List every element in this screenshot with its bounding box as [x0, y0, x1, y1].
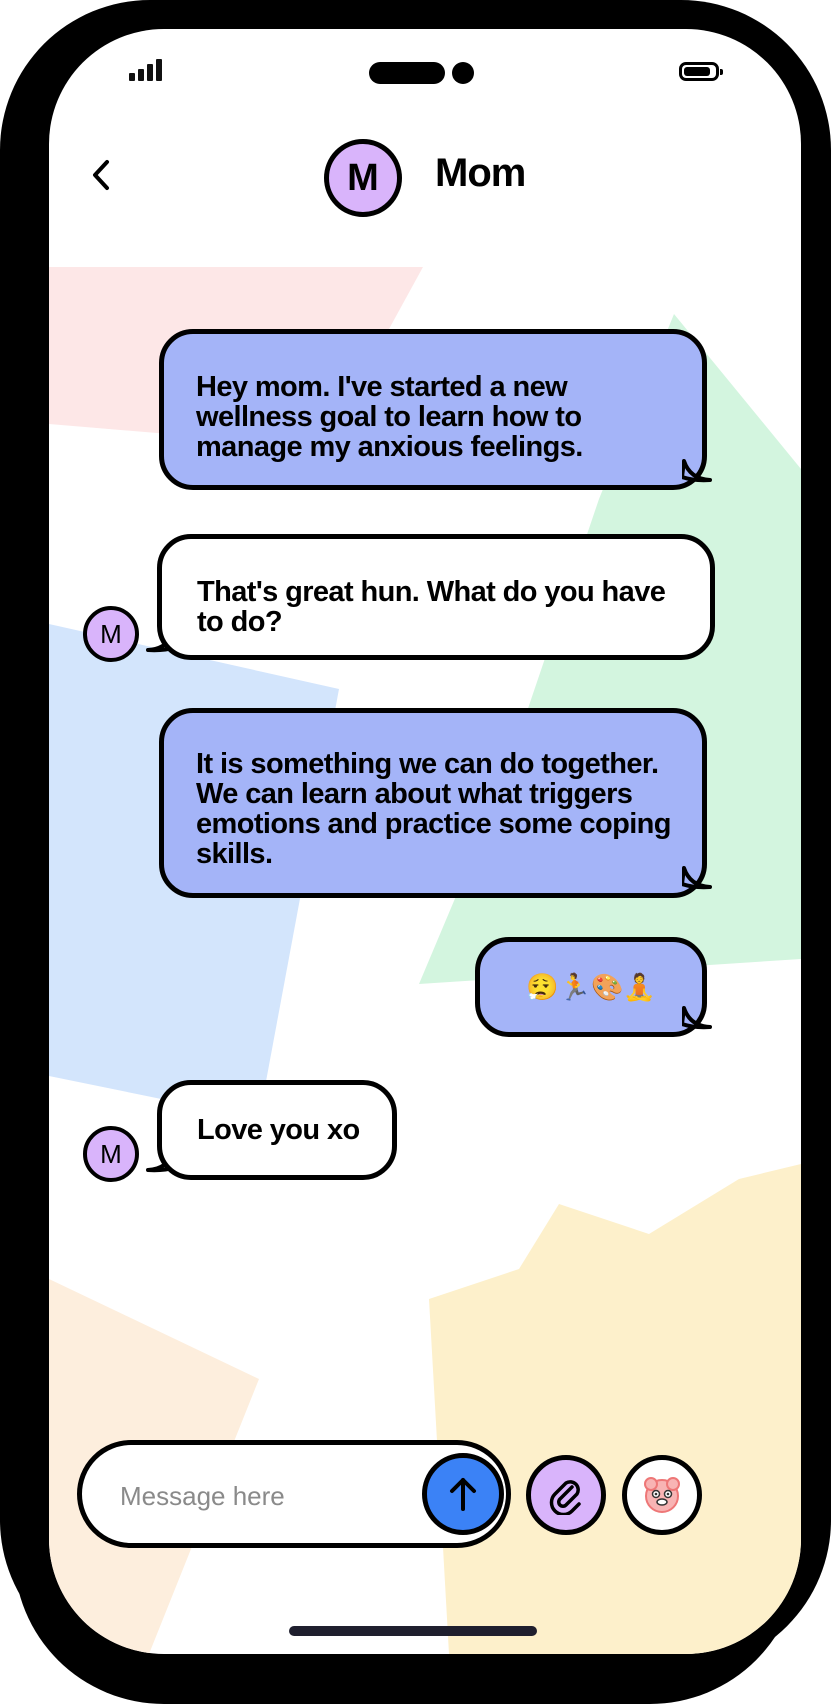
- message-input[interactable]: [118, 1473, 382, 1519]
- bubble-tail: [682, 1006, 712, 1030]
- bubble-tail: [682, 459, 712, 483]
- home-indicator[interactable]: [289, 1626, 537, 1636]
- message-text: It is something we can do together. We c…: [196, 748, 672, 870]
- message-text: That's great hun. What do you have to do…: [197, 576, 666, 638]
- chevron-left-icon: [93, 160, 109, 190]
- phone-device: M Mom Hey mom. I've started a new wellne…: [0, 0, 831, 1704]
- sender-avatar[interactable]: M: [83, 1126, 139, 1182]
- emoji-message-text: 😮‍💨🏃🎨🧘: [526, 972, 656, 1002]
- camera-dot: [452, 62, 474, 84]
- paperclip-icon: [549, 1480, 581, 1515]
- message-bubble-incoming[interactable]: Love you xo: [157, 1080, 397, 1180]
- message-bubble-outgoing[interactable]: 😮‍💨🏃🎨🧘: [475, 937, 707, 1037]
- message-composer: [77, 1440, 511, 1548]
- contact-name[interactable]: Mom: [435, 151, 526, 196]
- chat-screen: M Mom Hey mom. I've started a new wellne…: [49, 29, 801, 1654]
- battery-icon: [679, 62, 723, 81]
- contact-avatar[interactable]: M: [324, 139, 402, 217]
- message-bubble-incoming[interactable]: That's great hun. What do you have to do…: [157, 534, 715, 660]
- sender-avatar[interactable]: M: [83, 606, 139, 662]
- signal-bars-icon: [129, 59, 165, 81]
- sticker-button[interactable]: [622, 1455, 702, 1535]
- back-button[interactable]: [81, 155, 121, 195]
- attach-button[interactable]: [526, 1455, 606, 1535]
- send-button[interactable]: [422, 1453, 504, 1535]
- status-bar: [49, 29, 801, 119]
- sticker-face-icon: [644, 1477, 680, 1513]
- message-bubble-outgoing[interactable]: Hey mom. I've started a new wellness goa…: [159, 329, 707, 490]
- bubble-tail: [682, 866, 712, 890]
- arrow-up-icon: [450, 1478, 476, 1511]
- message-text: Hey mom. I've started a new wellness goa…: [196, 371, 583, 463]
- dynamic-island: [369, 62, 445, 84]
- message-text: Love you xo: [197, 1114, 360, 1146]
- message-bubble-outgoing[interactable]: It is something we can do together. We c…: [159, 708, 707, 898]
